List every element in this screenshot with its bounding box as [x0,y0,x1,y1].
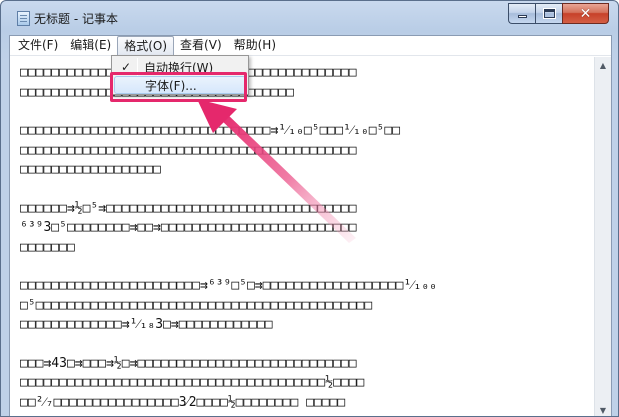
menu-help[interactable]: 帮助(H) [228,36,282,55]
window-title: 无标题 - 记事本 [34,12,118,26]
text-line: □□□□□□□□□□□□□□□□□□□□□□□□□□□□□□□□□□□□□□□□… [20,142,357,158]
notepad-app-icon[interactable] [17,11,30,26]
editor-content: □□□□□□□□□□□□□□□□□□□□□□□□□□□□□□□□□□□□□□□□… [20,63,590,412]
title-bar[interactable]: 无标题 - 记事本 ✕ [1,1,618,35]
text-editor[interactable]: □□□□□□□□□□□□□□□□□□□□□□□□□□□□□□□□□□□□□□□□… [10,57,595,416]
notepad-window: 无标题 - 记事本 ✕ 文件(F) 编辑(E) 格式(O) 查看(V) 帮助(H… [0,0,619,417]
text-paragraph: □□□□□□□□□□□□□□□□□□□□□□□□□□□□□□□□⇉¹⁄₁₀□⁵□… [20,121,590,180]
text-line: □⁵□□□□□□□□□□□□□□□□□□□□□□□□□□□□□□□□□□□□□□… [20,297,373,313]
menu-view[interactable]: 查看(V) [174,36,228,55]
close-icon: ✕ [579,5,592,22]
vertical-scrollbar[interactable]: ▲ ▼ [594,57,611,416]
text-line: □□□□□□□□□□□□□□□□□□□□□□□□□□□□□□□□□□□ [20,83,590,103]
text-line: □□□□□□□□□□□□□⇉¹⁄₁₈3□⇉□□□□□□□□□□□□ [20,317,273,332]
maximize-button[interactable] [535,3,562,24]
text-line: □□□□□□□□□□□□□□□□□□□□□□□□□□□□□□□□⇉¹⁄₁₀□⁵□… [20,123,401,138]
menu-format[interactable]: 格式(O) [117,36,175,55]
client-area: 文件(F) 编辑(E) 格式(O) 查看(V) 帮助(H) □□□□□□□□□□… [9,35,612,416]
text-paragraph: □□□□□□⇉½□⁵⇉□□□□□□□□□□□□□□□□□□□□□□□□□□□□□… [20,199,590,258]
close-button[interactable]: ✕ [562,3,609,24]
scroll-down-arrow-icon[interactable]: ▼ [595,402,611,416]
minimize-button[interactable] [508,3,535,24]
text-line: □□□□□□□□□□□□□□□□□□□□□□□⇉⁶³⁹□⁵□⇉□□□□□□□□□… [20,278,437,293]
menu-edit[interactable]: 编辑(E) [64,36,117,55]
text-paragraph: □□□⇉43□⇉□□□⇉½□⇉□□□□□□□□□□□□□□□□□□□□□□□□□… [20,354,590,413]
text-line: □□□□□□□□□□□□□□□□□□□□□□□□□□□□□□□□□□□□□□□½… [20,375,365,390]
text-line: □□□□□□□□□□□□□□□□□□ [20,162,161,177]
scroll-up-arrow-icon[interactable]: ▲ [595,57,611,74]
text-line: □□□□□□□□□□□□□□□□□□□□□□□□□□□□□□□□□□□□□□□□… [20,63,590,83]
menu-bar: 文件(F) 编辑(E) 格式(O) 查看(V) 帮助(H) [10,36,611,56]
text-line: □□□□□□⇉½□⁵⇉□□□□□□□□□□□□□□□□□□□□□□□□□□□□□… [20,200,357,216]
caption-buttons: ✕ [508,3,609,24]
text-paragraph: □□□□□□□□□□□□□□□□□□□□□□□□□□□□□□□□□□□□□□□□… [20,63,590,102]
text-line: ⁶³⁹3□⁵□□□□□□□□⇉□□⇉□□□□□□□□□□□□□□□□□□□□□□… [20,220,357,235]
menu-file[interactable]: 文件(F) [12,36,64,55]
annotation-highlight-box [110,72,247,102]
text-line: □□²⁄₇□□□□□□□□□□□□□□□□3⁄2□□□□½□□□□□□□□ □□… [20,394,346,410]
maximize-icon [542,8,556,19]
text-paragraph: □□□□□□□□□□□□□□□□□□□□□□□⇉⁶³⁹□⁵□⇉□□□□□□□□□… [20,276,590,335]
text-line: □□□⇉43□⇉□□□⇉½□⇉□□□□□□□□□□□□□□□□□□□□□□□□□… [20,355,357,371]
minimize-icon [517,15,527,18]
text-line: □□□□□□□ [20,239,75,255]
